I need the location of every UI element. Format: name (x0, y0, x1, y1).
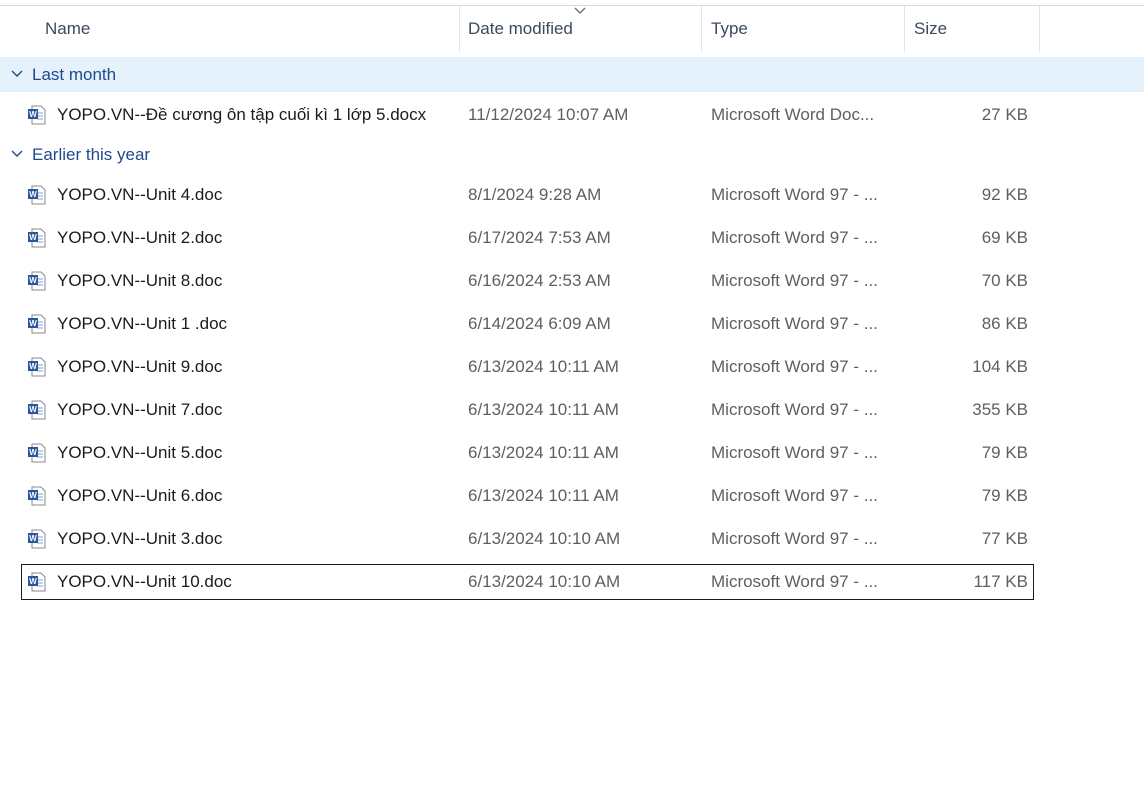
svg-text:W: W (29, 534, 37, 543)
file-type: Microsoft Word 97 - ... (711, 228, 878, 247)
column-divider[interactable] (701, 6, 702, 52)
file-type: Microsoft Word 97 - ... (711, 486, 878, 505)
word-document-icon: W (28, 529, 46, 549)
column-divider[interactable] (1039, 6, 1040, 52)
sort-indicator-icon (574, 7, 586, 14)
word-document-icon: W (28, 443, 46, 463)
file-date-modified: 6/17/2024 7:53 AM (468, 228, 611, 247)
file-name: YOPO.VN--Unit 2.doc (57, 228, 223, 247)
file-type: Microsoft Word 97 - ... (711, 443, 878, 462)
file-name: YOPO.VN--Unit 1 .doc (57, 314, 228, 333)
word-document-icon: W (28, 572, 46, 592)
file-type: Microsoft Word 97 - ... (711, 572, 878, 591)
file-name: YOPO.VN--Unit 3.doc (57, 529, 223, 548)
file-date-modified: 6/13/2024 10:11 AM (468, 357, 619, 376)
column-header-name[interactable]: Name (39, 6, 459, 52)
svg-text:W: W (29, 448, 37, 457)
file-size: 117 KB (973, 572, 1028, 591)
file-type: Microsoft Word 97 - ... (711, 314, 878, 333)
word-document-icon: W (28, 357, 46, 377)
file-type: Microsoft Word 97 - ... (711, 529, 878, 548)
file-row[interactable]: W YOPO.VN--Unit 4.doc 8/1/2024 9:28 AM M… (21, 177, 1034, 213)
file-name: YOPO.VN--Unit 6.doc (57, 486, 223, 505)
group-header-earlier-this-year[interactable]: Earlier this year (0, 137, 1144, 172)
file-name: YOPO.VN--Unit 5.doc (57, 443, 223, 462)
file-type: Microsoft Word 97 - ... (711, 185, 878, 204)
group-label: Last month (32, 65, 117, 84)
file-date-modified: 6/13/2024 10:11 AM (468, 400, 619, 419)
svg-text:W: W (29, 362, 37, 371)
column-divider[interactable] (459, 6, 460, 52)
column-header-size-label: Size (914, 19, 948, 38)
chevron-down-icon[interactable] (10, 68, 24, 80)
file-size: 86 KB (981, 314, 1028, 333)
file-date-modified: 6/13/2024 10:11 AM (468, 443, 619, 462)
svg-text:W: W (29, 110, 37, 119)
svg-text:W: W (29, 276, 37, 285)
file-row[interactable]: W YOPO.VN--Unit 2.doc 6/17/2024 7:53 AM … (21, 220, 1034, 256)
file-size: 27 KB (981, 105, 1028, 124)
file-date-modified: 6/13/2024 10:10 AM (468, 572, 621, 591)
chevron-down-icon[interactable] (10, 148, 24, 160)
file-row[interactable]: W YOPO.VN--Đề cương ôn tập cuối kì 1 lớp… (21, 97, 1034, 133)
svg-text:W: W (29, 319, 37, 328)
word-document-icon: W (28, 486, 46, 506)
word-document-icon: W (28, 271, 46, 291)
file-row[interactable]: W YOPO.VN--Unit 6.doc 6/13/2024 10:11 AM… (21, 478, 1034, 514)
word-document-icon: W (28, 185, 46, 205)
word-document-icon: W (28, 105, 46, 125)
file-size: 70 KB (981, 271, 1028, 290)
file-size: 92 KB (981, 185, 1028, 204)
file-size: 79 KB (981, 486, 1028, 505)
column-header-size[interactable]: Size (908, 6, 1038, 52)
word-document-icon: W (28, 314, 46, 334)
file-size: 69 KB (981, 228, 1028, 247)
file-date-modified: 8/1/2024 9:28 AM (468, 185, 602, 204)
file-type: Microsoft Word 97 - ... (711, 271, 878, 290)
svg-text:W: W (29, 233, 37, 242)
file-name: YOPO.VN--Unit 4.doc (57, 185, 223, 204)
word-document-icon: W (28, 400, 46, 420)
file-name: YOPO.VN--Unit 10.doc (57, 572, 232, 591)
file-name: YOPO.VN--Đề cương ôn tập cuối kì 1 lớp 5… (57, 105, 427, 124)
file-type: Microsoft Word Doc... (711, 105, 875, 124)
column-header-row: Name Date modified Type Size (0, 6, 1144, 52)
group-label: Earlier this year (32, 145, 151, 164)
file-size: 77 KB (981, 529, 1028, 548)
file-row[interactable]: W YOPO.VN--Unit 3.doc 6/13/2024 10:10 AM… (21, 521, 1034, 557)
file-date-modified: 6/16/2024 2:53 AM (468, 271, 611, 290)
word-document-icon: W (28, 228, 46, 248)
file-name: YOPO.VN--Unit 9.doc (57, 357, 223, 376)
file-date-modified: 6/13/2024 10:10 AM (468, 529, 621, 548)
file-size: 355 KB (972, 400, 1028, 419)
column-header-name-label: Name (45, 19, 91, 38)
svg-text:W: W (29, 405, 37, 414)
group-header-last-month[interactable]: Last month (0, 57, 1144, 92)
file-row[interactable]: W YOPO.VN--Unit 1 .doc 6/14/2024 6:09 AM… (21, 306, 1034, 342)
svg-text:W: W (29, 190, 37, 199)
column-divider[interactable] (904, 6, 905, 52)
file-date-modified: 6/13/2024 10:11 AM (468, 486, 619, 505)
file-date-modified: 11/12/2024 10:07 AM (468, 105, 629, 124)
file-row[interactable]: W YOPO.VN--Unit 9.doc 6/13/2024 10:11 AM… (21, 349, 1034, 385)
file-type: Microsoft Word 97 - ... (711, 357, 878, 376)
svg-text:W: W (29, 491, 37, 500)
file-date-modified: 6/14/2024 6:09 AM (468, 314, 611, 333)
file-row[interactable]: W YOPO.VN--Unit 8.doc 6/16/2024 2:53 AM … (21, 263, 1034, 299)
file-size: 104 KB (972, 357, 1028, 376)
file-row-focused[interactable]: W YOPO.VN--Unit 10.doc 6/13/2024 10:10 A… (21, 564, 1034, 600)
file-name: YOPO.VN--Unit 7.doc (57, 400, 223, 419)
column-header-type[interactable]: Type (705, 6, 903, 52)
file-row[interactable]: W YOPO.VN--Unit 7.doc 6/13/2024 10:11 AM… (21, 392, 1034, 428)
file-type: Microsoft Word 97 - ... (711, 400, 878, 419)
file-name: YOPO.VN--Unit 8.doc (57, 271, 223, 290)
column-header-type-label: Type (711, 19, 748, 38)
svg-text:W: W (29, 577, 37, 586)
file-size: 79 KB (981, 443, 1028, 462)
file-row[interactable]: W YOPO.VN--Unit 5.doc 6/13/2024 10:11 AM… (21, 435, 1034, 471)
column-header-date-label: Date modified (468, 19, 573, 38)
